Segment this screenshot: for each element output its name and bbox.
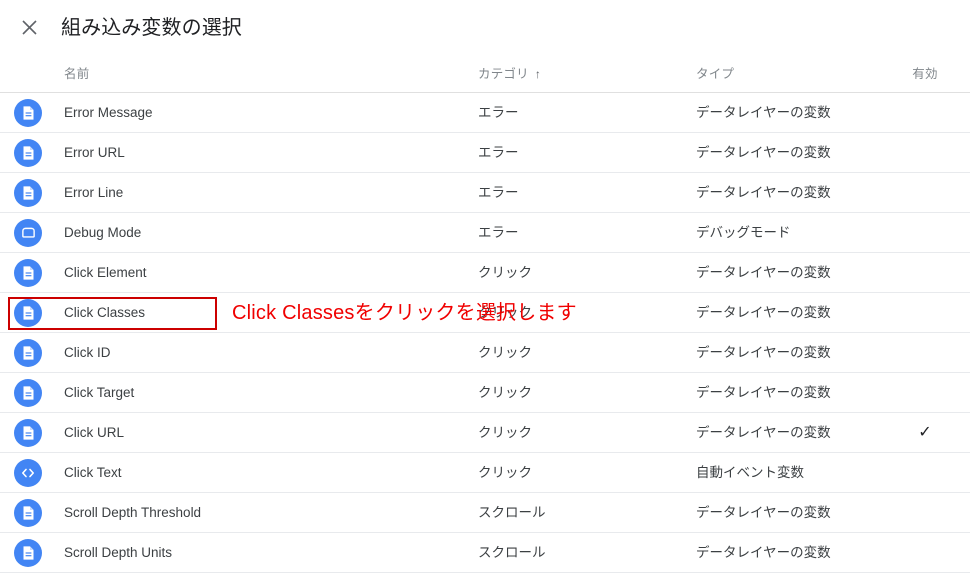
- row-category: クリック: [478, 424, 532, 440]
- row-category: クリック: [478, 464, 532, 480]
- debug-icon: [14, 218, 42, 247]
- row-category: クリック: [478, 344, 532, 360]
- annotation-text: Click Classesをクリックを選択します: [232, 302, 577, 324]
- row-name: Click ID: [64, 344, 111, 360]
- row-name: Debug Mode: [64, 224, 142, 240]
- table-row[interactable]: Error Message エラー データレイヤーの変数: [0, 93, 970, 133]
- row-category: スクロール: [478, 504, 546, 520]
- table-row[interactable]: Click Text クリック 自動イベント変数: [0, 453, 970, 493]
- column-header-category[interactable]: カテゴリ ↑: [478, 66, 541, 82]
- row-name: Click Element: [64, 264, 147, 280]
- row-name: Error Message: [64, 104, 153, 120]
- builtin-variables-dialog: 組み込み変数の選択 名前 カテゴリ ↑ タイプ 有効 Error Message エ…: [0, 0, 970, 577]
- row-name: Error URL: [64, 144, 125, 160]
- document-icon: [14, 538, 42, 567]
- table-row[interactable]: Click ID クリック データレイヤーの変数: [0, 333, 970, 373]
- row-type: 自動イベント変数: [696, 464, 804, 480]
- row-name: Click Classes: [64, 304, 146, 320]
- row-category: エラー: [478, 224, 519, 240]
- page-title: 組み込み変数の選択: [61, 16, 242, 39]
- document-icon: [14, 498, 42, 527]
- row-name: Error Line: [64, 184, 124, 200]
- close-icon[interactable]: [14, 13, 44, 43]
- row-category: クリック: [478, 384, 532, 400]
- row-type: データレイヤーの変数: [696, 184, 831, 200]
- table-body: Error Message エラー データレイヤーの変数 Error URL エラー デー…: [0, 93, 970, 573]
- document-icon: [14, 98, 42, 127]
- row-type: デバッグモード: [696, 224, 791, 240]
- row-category: エラー: [478, 144, 519, 160]
- table-row[interactable]: Error URL エラー データレイヤーの変数: [0, 133, 970, 173]
- column-header-type: タイプ: [696, 66, 735, 81]
- row-type: データレイヤーの変数: [696, 544, 831, 560]
- column-header-category-label: カテゴリ: [478, 66, 529, 81]
- document-icon: [14, 258, 42, 287]
- table-row[interactable]: Scroll Depth Units スクロール データレイヤーの変数: [0, 533, 970, 573]
- document-icon: [14, 378, 42, 407]
- table-row[interactable]: Click URL クリック データレイヤーの変数 ✓: [0, 413, 970, 453]
- row-name: Scroll Depth Threshold: [64, 504, 202, 520]
- column-header-name: 名前: [64, 66, 90, 81]
- row-category: クリック: [478, 264, 532, 280]
- document-icon: [14, 138, 42, 167]
- row-category: エラー: [478, 184, 519, 200]
- document-icon: [14, 338, 42, 367]
- row-type: データレイヤーの変数: [696, 424, 831, 440]
- row-name: Click URL: [64, 424, 125, 440]
- sort-ascending-icon: ↑: [534, 66, 542, 81]
- table-header-row: 名前 カテゴリ ↑ タイプ 有効: [0, 55, 970, 93]
- row-category: スクロール: [478, 544, 546, 560]
- row-type: データレイヤーの変数: [696, 344, 831, 360]
- column-header-enabled: 有効: [912, 66, 938, 81]
- table-row[interactable]: Debug Mode エラー デバッグモード: [0, 213, 970, 253]
- row-type: データレイヤーの変数: [696, 104, 831, 120]
- row-type: データレイヤーの変数: [696, 264, 831, 280]
- table-row[interactable]: Click Target クリック データレイヤーの変数: [0, 373, 970, 413]
- table-row[interactable]: Scroll Depth Threshold スクロール データレイヤーの変数: [0, 493, 970, 533]
- document-icon: [14, 298, 42, 327]
- document-icon: [14, 178, 42, 207]
- row-category: エラー: [478, 104, 519, 120]
- row-type: データレイヤーの変数: [696, 504, 831, 520]
- row-enabled-checkmark[interactable]: ✓: [905, 424, 945, 442]
- row-name: Click Target: [64, 384, 135, 400]
- code-icon: [14, 458, 42, 487]
- row-type: データレイヤーの変数: [696, 304, 831, 320]
- document-icon: [14, 418, 42, 447]
- row-name: Scroll Depth Units: [64, 544, 173, 560]
- table-row[interactable]: Click Element クリック データレイヤーの変数: [0, 253, 970, 293]
- dialog-titlebar: 組み込み変数の選択: [0, 0, 970, 55]
- row-name: Click Text: [64, 464, 122, 480]
- row-type: データレイヤーの変数: [696, 384, 831, 400]
- row-type: データレイヤーの変数: [696, 144, 831, 160]
- table-row[interactable]: Error Line エラー データレイヤーの変数: [0, 173, 970, 213]
